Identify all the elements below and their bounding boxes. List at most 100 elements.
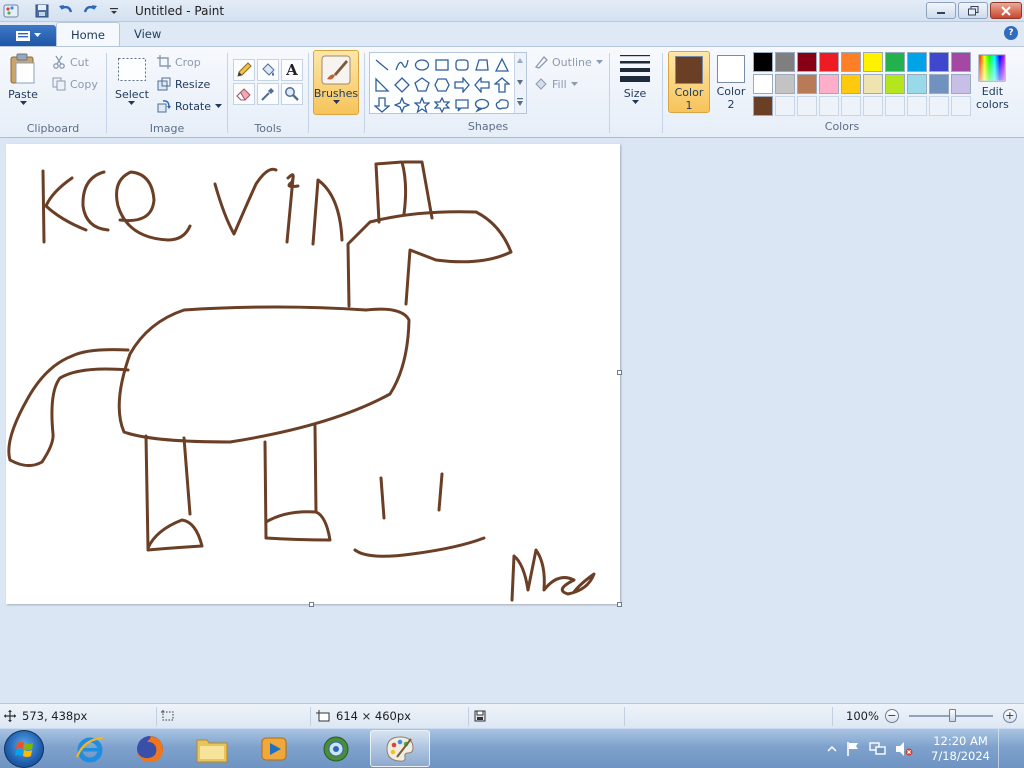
palette-empty-slot[interactable] xyxy=(951,96,971,116)
rectangle-shape-icon[interactable] xyxy=(432,55,452,75)
resize-handle-corner[interactable] xyxy=(617,602,622,607)
palette-swatch[interactable] xyxy=(775,74,795,94)
resize-handle-bottom[interactable] xyxy=(309,602,314,607)
tab-view[interactable]: View xyxy=(120,22,175,46)
six-point-star-shape-icon[interactable] xyxy=(432,95,452,115)
network-icon[interactable] xyxy=(869,741,887,757)
palette-empty-slot[interactable] xyxy=(841,96,861,116)
show-hidden-icons-icon[interactable] xyxy=(827,745,837,753)
color1-selector[interactable]: Color 1 xyxy=(668,51,710,113)
taskbar-internet-explorer[interactable] xyxy=(62,730,118,767)
canvas-workspace[interactable] xyxy=(0,138,1024,703)
curve-shape-icon[interactable] xyxy=(392,55,412,75)
select-button[interactable]: Select xyxy=(115,57,149,106)
palette-swatch[interactable] xyxy=(885,52,905,72)
rotate-button[interactable]: Rotate xyxy=(157,99,223,113)
palette-empty-slot[interactable] xyxy=(775,96,795,116)
palette-empty-slot[interactable] xyxy=(885,96,905,116)
outline-button[interactable]: Outline xyxy=(534,55,603,69)
palette-empty-slot[interactable] xyxy=(863,96,883,116)
size-button[interactable]: Size xyxy=(618,53,652,105)
tab-home[interactable]: Home xyxy=(56,22,120,46)
help-icon[interactable]: ? xyxy=(1004,26,1018,40)
eraser-icon[interactable] xyxy=(233,83,255,105)
palette-swatch[interactable] xyxy=(863,52,883,72)
palette-swatch[interactable] xyxy=(841,52,861,72)
palette-empty-slot[interactable] xyxy=(929,96,949,116)
taskbar-firefox[interactable] xyxy=(122,730,178,767)
palette-swatch[interactable] xyxy=(929,52,949,72)
save-icon[interactable] xyxy=(33,3,51,19)
magnifier-icon[interactable] xyxy=(281,83,303,105)
customize-qat-icon[interactable] xyxy=(105,3,123,19)
redo-icon[interactable] xyxy=(81,3,99,19)
palette-swatch[interactable] xyxy=(907,74,927,94)
line-shape-icon[interactable] xyxy=(372,55,392,75)
show-desktop-button[interactable] xyxy=(998,729,1012,768)
fill-button[interactable]: Fill xyxy=(534,77,578,91)
color2-selector[interactable]: Color 2 xyxy=(710,51,752,113)
taskbar-paint[interactable] xyxy=(370,730,430,767)
crop-button[interactable]: Crop xyxy=(157,55,201,69)
zoom-slider-thumb[interactable] xyxy=(948,709,956,722)
rounded-rectangle-shape-icon[interactable] xyxy=(452,55,472,75)
paint-menu-button[interactable] xyxy=(0,25,56,46)
diamond-shape-icon[interactable] xyxy=(392,75,412,95)
brushes-button[interactable]: Brushes xyxy=(313,50,359,115)
copy-button[interactable]: Copy xyxy=(52,77,98,91)
palette-swatch[interactable] xyxy=(929,74,949,94)
right-arrow-shape-icon[interactable] xyxy=(452,75,472,95)
palette-swatch[interactable] xyxy=(863,74,883,94)
edit-colors-button[interactable]: Edit colors xyxy=(976,53,1009,111)
palette-swatch[interactable] xyxy=(797,74,817,94)
left-arrow-shape-icon[interactable] xyxy=(472,75,492,95)
pencil-icon[interactable] xyxy=(233,59,255,81)
four-point-star-shape-icon[interactable] xyxy=(392,95,412,115)
palette-swatch[interactable] xyxy=(819,74,839,94)
polygon-shape-icon[interactable] xyxy=(472,55,492,75)
action-center-flag-icon[interactable] xyxy=(845,741,861,757)
shapes-gallery[interactable] xyxy=(369,52,527,114)
clock[interactable]: 12:20 AM 7/18/2024 xyxy=(931,734,990,764)
paint-app-icon[interactable] xyxy=(3,3,19,19)
zoom-slider[interactable] xyxy=(908,709,993,722)
oval-callout-shape-icon[interactable] xyxy=(472,95,492,115)
palette-swatch[interactable] xyxy=(951,52,971,72)
cloud-callout-shape-icon[interactable] xyxy=(492,95,512,115)
palette-swatch[interactable] xyxy=(753,96,773,116)
cut-button[interactable]: Cut xyxy=(52,55,89,69)
rounded-callout-shape-icon[interactable] xyxy=(452,95,472,115)
palette-swatch[interactable] xyxy=(797,52,817,72)
palette-empty-slot[interactable] xyxy=(797,96,817,116)
palette-swatch[interactable] xyxy=(885,74,905,94)
palette-swatch[interactable] xyxy=(819,52,839,72)
five-point-star-shape-icon[interactable] xyxy=(412,95,432,115)
zoom-out-button[interactable]: − xyxy=(884,709,899,723)
palette-swatch[interactable] xyxy=(907,52,927,72)
fill-bucket-icon[interactable] xyxy=(257,59,279,81)
resize-handle-right[interactable] xyxy=(617,370,622,375)
resize-button[interactable]: Resize xyxy=(157,77,210,91)
drawing-canvas[interactable] xyxy=(6,144,620,604)
oval-shape-icon[interactable] xyxy=(412,55,432,75)
shapes-scrollbar[interactable] xyxy=(514,53,526,113)
hexagon-shape-icon[interactable] xyxy=(432,75,452,95)
palette-swatch[interactable] xyxy=(775,52,795,72)
paste-button[interactable]: Paste xyxy=(8,53,38,106)
down-arrow-shape-icon[interactable] xyxy=(372,95,392,115)
palette-swatch[interactable] xyxy=(951,74,971,94)
start-button[interactable] xyxy=(4,730,44,768)
pentagon-shape-icon[interactable] xyxy=(412,75,432,95)
close-button[interactable] xyxy=(990,2,1022,19)
triangle-shape-icon[interactable] xyxy=(492,55,512,75)
zoom-in-button[interactable]: + xyxy=(1002,709,1017,723)
palette-swatch[interactable] xyxy=(841,74,861,94)
minimize-button[interactable] xyxy=(926,2,956,19)
undo-icon[interactable] xyxy=(57,3,75,19)
up-arrow-shape-icon[interactable] xyxy=(492,75,512,95)
volume-muted-icon[interactable] xyxy=(895,741,913,757)
color-picker-icon[interactable] xyxy=(257,83,279,105)
palette-empty-slot[interactable] xyxy=(907,96,927,116)
taskbar-media-center[interactable] xyxy=(308,730,364,767)
palette-swatch[interactable] xyxy=(753,74,773,94)
